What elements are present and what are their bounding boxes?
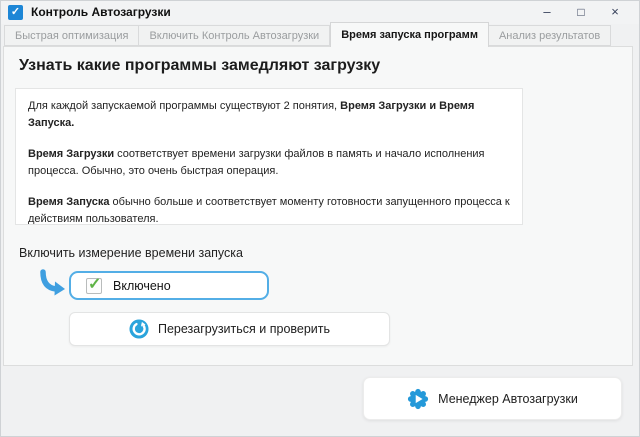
tab-results-analysis[interactable]: Анализ результатов [489, 25, 611, 46]
tab-content-panel: Узнать какие программы замедляют загрузк… [3, 46, 633, 366]
maximize-button[interactable]: □ [564, 1, 598, 23]
close-button[interactable]: × [598, 1, 632, 23]
footer: Менеджер Автозагрузки [0, 366, 640, 437]
info-paragraph: Для каждой запускаемой программы существ… [28, 98, 510, 131]
info-box: Для каждой запускаемой программы существ… [15, 88, 523, 225]
tab-strip: Быстрая оптимизация Включить Контроль Ав… [0, 24, 640, 46]
autorun-manager-button[interactable]: Менеджер Автозагрузки [363, 377, 622, 420]
app-window: { "window": { "title": "Контроль Автозаг… [0, 0, 640, 437]
tab-enable-startup-control[interactable]: Включить Контроль Автозагрузки [139, 25, 330, 46]
titlebar: ✓ Контроль Автозагрузки – □ × [0, 0, 640, 24]
restart-icon [129, 319, 149, 339]
info-paragraph: Время Загрузки соответствует времени заг… [28, 146, 510, 179]
enabled-toggle[interactable]: ✓ Включено [69, 271, 269, 300]
minimize-button[interactable]: – [530, 1, 564, 23]
tab-quick-optimization[interactable]: Быстрая оптимизация [4, 25, 139, 46]
tab-program-launch-time[interactable]: Время запуска программ [330, 22, 489, 47]
info-paragraph: Время Запуска обычно больше и соответств… [28, 194, 510, 225]
green-check-icon: ✓ [88, 274, 101, 294]
measure-startup-time-label: Включить измерение времени запуска [19, 246, 243, 260]
gear-play-icon [407, 388, 429, 410]
reboot-button-label: Перезагрузиться и проверить [158, 322, 330, 336]
checkbox-icon[interactable]: ✓ [86, 278, 102, 294]
page-title: Узнать какие программы замедляют загрузк… [19, 57, 380, 75]
reboot-and-check-button[interactable]: Перезагрузиться и проверить [69, 312, 390, 346]
pointer-arrow-icon [37, 269, 67, 299]
manager-button-label: Менеджер Автозагрузки [438, 392, 578, 406]
window-title: Контроль Автозагрузки [31, 5, 171, 19]
toggle-label: Включено [113, 279, 171, 293]
app-checkbox-icon: ✓ [8, 5, 23, 20]
window-controls: – □ × [530, 1, 632, 23]
